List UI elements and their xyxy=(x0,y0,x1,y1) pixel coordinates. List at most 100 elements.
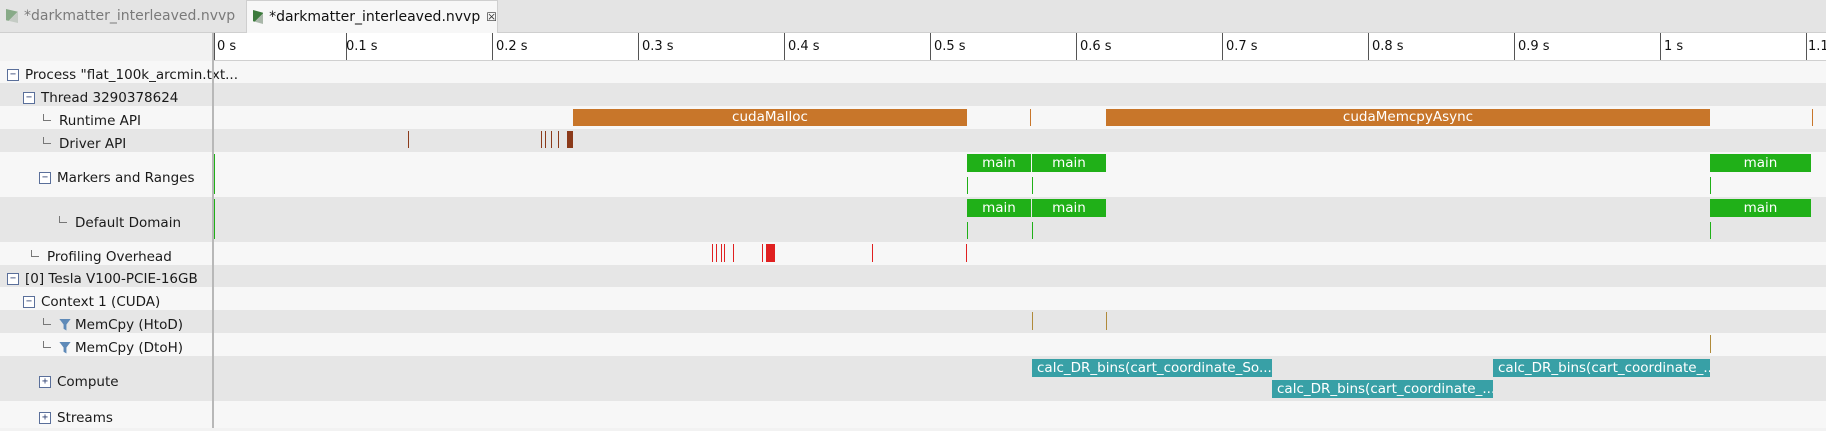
overhead-marker[interactable] xyxy=(721,244,722,262)
overhead-marker[interactable] xyxy=(872,244,873,262)
tree-item-context[interactable]: − Context 1 (CUDA) xyxy=(23,290,160,313)
tree-item-label: Markers and Ranges xyxy=(57,169,195,186)
tree-item-markers-ranges[interactable]: − Markers and Ranges xyxy=(39,155,195,200)
range-marker[interactable] xyxy=(1710,222,1711,239)
range-marker[interactable] xyxy=(214,154,215,194)
tick-label: 0.8 s xyxy=(1372,39,1404,54)
driver-api-marker[interactable] xyxy=(408,131,409,148)
memcpy-dtoh-marker[interactable] xyxy=(1710,335,1711,353)
collapse-icon[interactable]: − xyxy=(23,91,35,104)
overhead-marker[interactable] xyxy=(724,244,725,262)
tree-item-default-domain[interactable]: Default Domain xyxy=(59,200,181,245)
range-bar-main[interactable]: main xyxy=(1710,154,1811,172)
collapse-icon[interactable]: − xyxy=(39,171,51,184)
tick-label: 0.4 s xyxy=(788,39,820,54)
collapse-icon[interactable]: − xyxy=(7,69,19,81)
filter-icon[interactable] xyxy=(59,318,71,331)
kernel-bar[interactable]: calc_DR_bins(cart_coordinate_So... xyxy=(1032,359,1272,377)
tick-label: 0.5 s xyxy=(934,39,966,54)
driver-api-marker[interactable] xyxy=(551,131,552,148)
tree-item-label: Runtime API xyxy=(59,112,142,129)
range-marker[interactable] xyxy=(1032,222,1033,239)
runtime-api-bar[interactable]: cudaMemcpyAsync xyxy=(1106,109,1710,126)
timeline-canvas[interactable]: cudaMalloc cudaMemcpyAsync main main mai… xyxy=(214,61,1826,428)
driver-api-marker[interactable] xyxy=(545,131,546,148)
tree-leaf-connector xyxy=(31,250,39,257)
close-icon[interactable]: ☒ xyxy=(486,10,497,24)
range-marker[interactable] xyxy=(1710,177,1711,194)
tree-item-label: Driver API xyxy=(59,135,127,152)
tree-leaf-connector xyxy=(43,114,51,121)
tree-leaf-connector xyxy=(59,216,67,223)
kernel-bar[interactable]: calc_DR_bins(cart_coordinate_... xyxy=(1493,359,1710,377)
overhead-marker[interactable] xyxy=(716,244,717,262)
runtime-api-marker[interactable] xyxy=(1030,109,1031,126)
memcpy-htod-marker[interactable] xyxy=(1032,312,1033,330)
runtime-api-bar[interactable]: cudaMalloc xyxy=(573,109,967,126)
tree-item-label: Thread 3290378624 xyxy=(41,89,179,106)
overhead-marker[interactable] xyxy=(733,244,734,262)
driver-api-marker[interactable] xyxy=(567,131,573,148)
expand-icon[interactable]: + xyxy=(39,411,51,424)
tick-label: 0.1 s xyxy=(346,39,378,54)
range-bar-main[interactable]: main xyxy=(1032,199,1106,217)
tick-label: 0.7 s xyxy=(1226,39,1258,54)
tree-item-profiling-overhead[interactable]: Profiling Overhead xyxy=(31,245,172,268)
tree-item-thread[interactable]: − Thread 3290378624 xyxy=(23,86,178,109)
filter-icon[interactable] xyxy=(59,341,71,354)
range-marker[interactable] xyxy=(967,222,968,239)
tree-item-process[interactable]: − Process "flat_100k_arcmin.txt... xyxy=(7,64,238,86)
tree-leaf-connector xyxy=(43,137,51,144)
tree-leaf-connector xyxy=(43,318,51,325)
overhead-marker[interactable] xyxy=(966,244,967,262)
tree-item-streams[interactable]: + Streams xyxy=(39,404,113,431)
nvvp-file-icon xyxy=(6,9,18,23)
tick-label: 0.9 s xyxy=(1518,39,1550,54)
overhead-marker[interactable] xyxy=(762,244,763,262)
collapse-icon[interactable]: − xyxy=(7,273,19,285)
tree-item-label: Default Domain xyxy=(75,214,182,231)
tree-item-compute[interactable]: + Compute xyxy=(39,359,119,404)
driver-api-marker[interactable] xyxy=(558,131,559,148)
expand-icon[interactable]: + xyxy=(39,375,51,388)
range-bar-main[interactable]: main xyxy=(967,199,1031,217)
range-marker[interactable] xyxy=(214,199,215,239)
tree-item-driver-api[interactable]: Driver API xyxy=(43,132,126,155)
tree-item-device[interactable]: − [0] Tesla V100-PCIE-16GB xyxy=(7,268,198,290)
tree-item-label: MemCpy (DtoH) xyxy=(75,339,184,356)
tree-item-memcpy-htod[interactable]: MemCpy (HtoD) xyxy=(43,313,183,336)
tick-label: 0.3 s xyxy=(642,39,674,54)
tab-darkmatter-active[interactable]: *darkmatter_interleaved.nvvp ☒ xyxy=(246,0,498,33)
tab-label: *darkmatter_interleaved.nvvp xyxy=(24,8,236,24)
memcpy-htod-marker[interactable] xyxy=(1106,312,1107,330)
timeline-tree: − Process "flat_100k_arcmin.txt... − Thr… xyxy=(0,33,238,431)
time-ruler[interactable]: 0 s 0.1 s 0.2 s 0.3 s 0.4 s 0.5 s 0.6 s … xyxy=(214,33,1826,61)
editor-tab-bar: *darkmatter_interleaved.nvvp *darkmatter… xyxy=(0,0,1826,33)
range-bar-main[interactable]: main xyxy=(967,154,1031,172)
tree-item-label: [0] Tesla V100-PCIE-16GB xyxy=(25,271,198,287)
runtime-api-marker[interactable] xyxy=(1812,109,1813,126)
tree-item-label: Profiling Overhead xyxy=(47,248,172,265)
overhead-marker[interactable] xyxy=(766,244,775,262)
driver-api-marker[interactable] xyxy=(541,131,542,148)
tick-label: 1 s xyxy=(1664,39,1684,54)
tick-label: 1.1 xyxy=(1808,39,1826,54)
collapse-icon[interactable]: − xyxy=(23,295,35,308)
kernel-bar[interactable]: calc_DR_bins(cart_coordinate_... xyxy=(1272,380,1493,398)
tree-item-label: Process "flat_100k_arcmin.txt... xyxy=(25,67,239,83)
tree-item-memcpy-dtoh[interactable]: MemCpy (DtoH) xyxy=(43,336,183,359)
range-bar-main[interactable]: main xyxy=(1710,199,1811,217)
tick-label: 0.6 s xyxy=(1080,39,1112,54)
tree-item-label: Context 1 (CUDA) xyxy=(41,293,161,310)
tab-darkmatter-inactive[interactable]: *darkmatter_interleaved.nvvp xyxy=(0,0,244,32)
overhead-marker[interactable] xyxy=(712,244,713,262)
range-bar-main[interactable]: main xyxy=(1032,154,1106,172)
tree-item-runtime-api[interactable]: Runtime API xyxy=(43,109,141,132)
tree-leaf-connector xyxy=(43,341,51,348)
range-marker[interactable] xyxy=(1032,177,1033,194)
tab-label: *darkmatter_interleaved.nvvp xyxy=(269,9,481,25)
nvvp-file-icon xyxy=(253,10,264,24)
range-marker[interactable] xyxy=(967,177,968,194)
tree-item-label: Streams xyxy=(57,409,113,426)
tick-label: 0.2 s xyxy=(496,39,528,54)
